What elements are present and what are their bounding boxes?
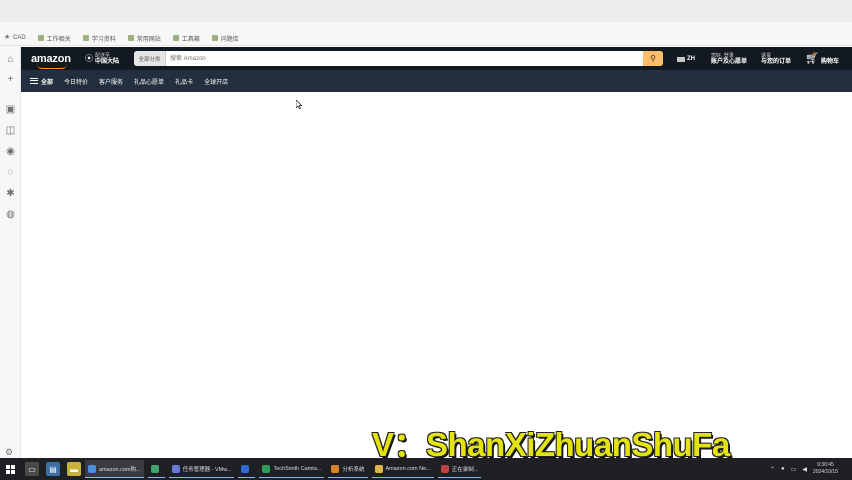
screen: ★ CAD 工作相关 学习资料 常用网站 工具箱 问题库 ⌂ + ▣ ◫ ◉ ◌ … bbox=[0, 0, 852, 480]
system-tray: ⌃ ● ▭ ◀ 9:30:45 2024/10/15 bbox=[770, 458, 838, 480]
app-icon bbox=[374, 464, 383, 473]
smile-icon bbox=[37, 64, 67, 69]
taskbar-app-amazon[interactable]: Amazon.com Ne... bbox=[371, 460, 434, 478]
volume-icon[interactable]: ◀ bbox=[802, 466, 807, 473]
record-icon bbox=[440, 464, 449, 473]
tab-strip bbox=[0, 0, 852, 22]
app-icon bbox=[331, 464, 340, 473]
bookmark-item[interactable]: 问题库 bbox=[211, 34, 239, 43]
clock-date: 2024/10/15 bbox=[812, 469, 838, 475]
bookmarks-bar: ★ CAD 工作相关 学习资料 常用网站 工具箱 问题库 bbox=[0, 32, 239, 44]
search-input[interactable] bbox=[166, 51, 643, 66]
search-button[interactable]: ⚲ bbox=[643, 51, 663, 66]
subnav-item-customer-service[interactable]: 客户服务 bbox=[99, 77, 123, 86]
location-value: 中国大陆 bbox=[95, 58, 120, 65]
taskbar-app[interactable] bbox=[238, 460, 256, 478]
bookmark-item[interactable]: 常用网站 bbox=[127, 34, 161, 43]
cart-label: 购物车 bbox=[821, 58, 840, 65]
add-icon[interactable]: + bbox=[5, 74, 16, 85]
mouse-cursor-icon bbox=[296, 100, 302, 109]
settings-icon[interactable]: ⚙ bbox=[5, 447, 13, 458]
folder-icon bbox=[211, 35, 218, 41]
network-icon[interactable]: ▭ bbox=[791, 466, 797, 473]
home-icon[interactable]: ⌂ bbox=[5, 54, 16, 65]
cart-button[interactable]: 🛒︎ 0 购物车 bbox=[805, 51, 840, 65]
bookmark-item[interactable]: 工具箱 bbox=[172, 34, 200, 43]
folder-icon bbox=[37, 35, 44, 41]
taskbar-app-browser[interactable]: amazon.com购... bbox=[85, 460, 144, 478]
app-icon bbox=[241, 464, 250, 473]
account-menu[interactable]: 您好, 登录 账户及心愿单 bbox=[711, 53, 747, 65]
amazon-logo[interactable]: amazon bbox=[31, 53, 77, 69]
browser-icon bbox=[88, 464, 96, 473]
clock-time: 9:30:45 bbox=[817, 462, 834, 468]
history-icon[interactable]: ◌ bbox=[5, 167, 16, 178]
bookmark-item[interactable]: 学习资料 bbox=[82, 34, 116, 43]
camtasia-icon bbox=[262, 464, 271, 473]
cart-count: 0 bbox=[813, 51, 816, 58]
taskbar-app-analysis[interactable]: 分析系统 bbox=[328, 460, 368, 478]
task-view-icon[interactable]: ▭ bbox=[25, 462, 39, 476]
delivery-location[interactable]: ⦿ 配送至 中国大陆 bbox=[85, 53, 119, 65]
browser-sidebar: ⌂ + ▣ ◫ ◉ ◌ ✱ ◍ bbox=[0, 46, 21, 458]
subnav-item-gift-cards[interactable]: 礼品卡 bbox=[175, 77, 193, 86]
amazon-sub-nav: 全部 今日特价 客户服务 礼品心愿单 礼品卡 全球开店 bbox=[21, 70, 852, 92]
clock[interactable]: 9:30:45 2024/10/15 bbox=[813, 462, 838, 476]
language-selector[interactable]: ZH bbox=[677, 56, 695, 62]
folder-icon[interactable]: ▬ bbox=[67, 462, 81, 476]
tools-icon[interactable]: ◉ bbox=[5, 146, 16, 157]
subnav-item-deals[interactable]: 今日特价 bbox=[64, 77, 88, 86]
folder-icon bbox=[82, 35, 89, 41]
browser-chrome: ★ CAD 工作相关 学习资料 常用网站 工具箱 问题库 bbox=[0, 0, 852, 46]
returns-orders[interactable]: 退货 与您的订单 bbox=[761, 53, 791, 65]
hamburger-icon bbox=[30, 78, 38, 84]
windows-icon bbox=[5, 464, 15, 474]
bookmark-item[interactable]: ★ CAD bbox=[4, 34, 26, 41]
folder-icon bbox=[127, 35, 134, 41]
task-manager-icon bbox=[171, 464, 180, 473]
bookmark-item[interactable]: 工作相关 bbox=[37, 34, 71, 43]
taskbar-app[interactable] bbox=[147, 460, 165, 478]
taskbar: ▭ ▤ ▬ amazon.com购... 任务管理器 - VMw... Tech… bbox=[0, 458, 852, 480]
all-menu-button[interactable]: 全部 bbox=[30, 77, 53, 86]
start-button[interactable] bbox=[2, 458, 18, 480]
games-icon[interactable]: ✱ bbox=[5, 188, 16, 199]
search-bar: 全部分类 ⚲ bbox=[134, 51, 663, 66]
microphone-icon[interactable]: ● bbox=[781, 466, 785, 472]
nav-right-group: ZH 您好, 登录 账户及心愿单 退货 与您的订单 🛒︎ 0 购物车 bbox=[677, 50, 839, 68]
taskbar-app-camtasia[interactable]: TechSmith Camta... bbox=[259, 460, 325, 478]
search-icon: ⚲ bbox=[650, 54, 656, 63]
taskbar-app-recording[interactable]: 正在录制... bbox=[437, 460, 482, 478]
outlook-icon[interactable]: ◍ bbox=[5, 209, 16, 220]
collections-icon[interactable]: ▣ bbox=[5, 104, 16, 115]
file-explorer-icon[interactable]: ▤ bbox=[46, 462, 60, 476]
subnav-item-sell[interactable]: 全球开店 bbox=[204, 77, 228, 86]
star-icon: ★ bbox=[4, 34, 11, 41]
folder-icon bbox=[172, 35, 179, 41]
shopping-icon[interactable]: ◫ bbox=[5, 125, 16, 136]
subnav-item-registry[interactable]: 礼品心愿单 bbox=[134, 77, 164, 86]
location-pin-icon: ⦿ bbox=[85, 54, 93, 63]
app-icon bbox=[150, 464, 159, 473]
amazon-nav-bar: amazon ⦿ 配送至 中国大陆 全部分类 ⚲ ZH 您好, 登录 账户及心愿… bbox=[21, 47, 852, 70]
chevron-up-icon[interactable]: ⌃ bbox=[770, 466, 775, 473]
cart-icon: 🛒︎ bbox=[805, 52, 819, 65]
flag-icon bbox=[677, 56, 685, 62]
search-category-dropdown[interactable]: 全部分类 bbox=[134, 51, 166, 66]
taskbar-app-task-manager[interactable]: 任务管理器 - VMw... bbox=[168, 460, 235, 478]
